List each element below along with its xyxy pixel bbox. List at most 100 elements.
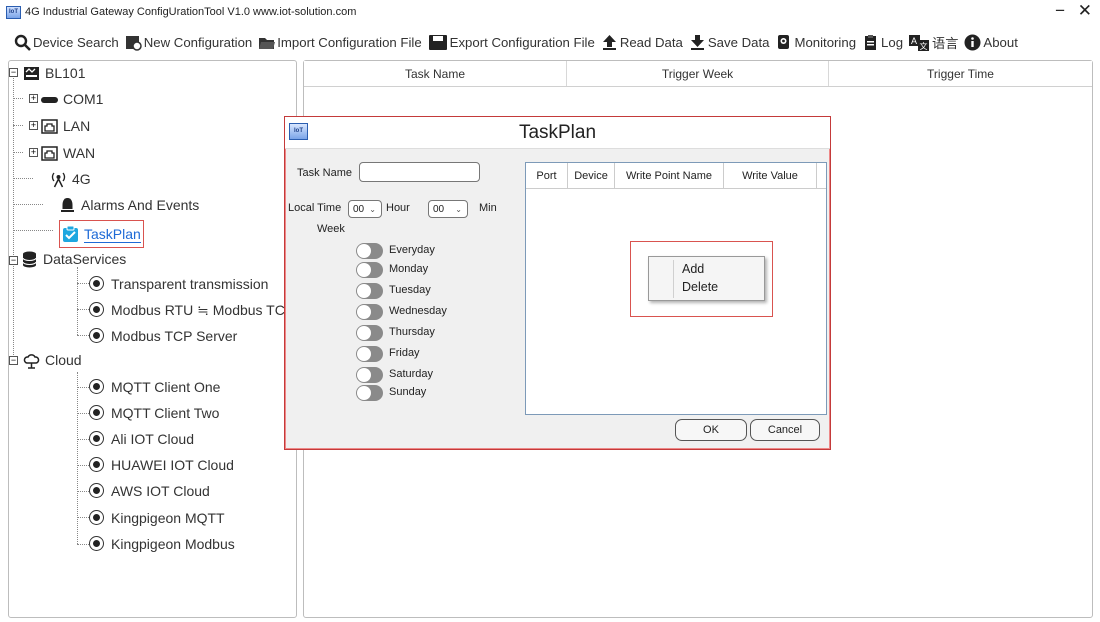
- network-port-icon: [41, 145, 58, 162]
- svg-text:文: 文: [920, 41, 928, 51]
- tree-label: Alarms And Events: [81, 197, 200, 213]
- tree-line: [13, 152, 23, 153]
- antenna-icon: [50, 171, 67, 188]
- toggle-sunday[interactable]: [356, 385, 383, 401]
- ok-button[interactable]: OK: [675, 419, 747, 441]
- export-configuration-button[interactable]: Export Configuration File: [428, 34, 595, 51]
- save-data-button[interactable]: Save Data: [689, 34, 769, 51]
- device-tree-panel: − BL101 + COM1 + LAN + WAN 4G Alarms And…: [8, 60, 297, 618]
- column-header-write-point-name[interactable]: Write Point Name: [615, 163, 724, 188]
- hour-select[interactable]: 00 ⌄: [348, 200, 382, 218]
- tree-node-lan[interactable]: LAN: [41, 115, 90, 137]
- log-button[interactable]: Log: [862, 34, 903, 51]
- tree-node-ali-iot[interactable]: Ali IOT Cloud: [89, 428, 194, 450]
- tree-node-modbus-rtu-tcp[interactable]: Modbus RTU ≒ Modbus TCP: [89, 299, 294, 321]
- tree-line: [13, 125, 23, 126]
- tree-node-kp-mqtt[interactable]: Kingpigeon MQTT: [89, 507, 225, 529]
- day-label-tuesday: Tuesday: [389, 284, 431, 296]
- column-header-trigger-time[interactable]: Trigger Time: [829, 61, 1092, 86]
- tree-line: [77, 491, 89, 492]
- local-time-label: Local Time: [288, 202, 342, 214]
- import-configuration-button[interactable]: Import Configuration File: [258, 34, 422, 51]
- collapse-toggle[interactable]: −: [9, 356, 18, 365]
- read-data-button[interactable]: Read Data: [601, 34, 683, 51]
- tree-node-transparent[interactable]: Transparent transmission: [89, 273, 268, 295]
- toggle-thursday[interactable]: [356, 325, 383, 341]
- column-header-write-value[interactable]: Write Value: [724, 163, 817, 188]
- new-configuration-button[interactable]: New Configuration: [125, 34, 253, 51]
- app-icon: IoT: [6, 5, 21, 19]
- clipboard-icon: [862, 34, 879, 51]
- tree-node-huawei-iot[interactable]: HUAWEI IOT Cloud: [89, 454, 234, 476]
- menu-item-delete[interactable]: Delete: [682, 280, 718, 294]
- tree-label: DataServices: [43, 251, 127, 267]
- tree-label: MQTT Client One: [111, 379, 221, 395]
- column-header-port[interactable]: Port: [526, 163, 568, 188]
- toggle-everyday[interactable]: [356, 243, 383, 259]
- service-icon: [89, 535, 106, 553]
- column-header-device[interactable]: Device: [568, 163, 615, 188]
- task-name-label: Task Name: [297, 167, 353, 179]
- tree-line: [77, 517, 89, 518]
- tree-node-cloud[interactable]: Cloud: [23, 349, 82, 371]
- toggle-friday[interactable]: [356, 346, 383, 362]
- cloud-icon: [23, 352, 40, 369]
- column-header-trigger-week[interactable]: Trigger Week: [567, 61, 829, 86]
- min-label: Min: [479, 202, 497, 214]
- serial-port-icon: [41, 91, 58, 108]
- column-header-task-name[interactable]: Task Name: [304, 61, 567, 86]
- tree-node-mqtt-two[interactable]: MQTT Client Two: [89, 402, 219, 424]
- menu-item-add[interactable]: Add: [682, 262, 704, 276]
- collapse-toggle[interactable]: −: [9, 68, 18, 77]
- tree-node-bl101[interactable]: BL101: [23, 62, 85, 84]
- table-header: Task Name Trigger Week Trigger Time: [304, 61, 1092, 87]
- tree-label: AWS IOT Cloud: [111, 483, 210, 499]
- tree-node-wan[interactable]: WAN: [41, 142, 95, 164]
- tree-node-4g[interactable]: 4G: [50, 168, 91, 190]
- dialog-title-bar: IoT TaskPlan: [285, 117, 830, 149]
- tree-node-modbus-tcp-server[interactable]: Modbus TCP Server: [89, 325, 237, 347]
- toolbar: Device Search New Configuration Import C…: [0, 28, 1100, 56]
- minute-select-value: 00: [433, 203, 445, 215]
- window-controls[interactable]: − ✕: [1055, 1, 1096, 21]
- tree-label: Ali IOT Cloud: [111, 431, 194, 447]
- menu-separator: [673, 260, 674, 298]
- toggle-tuesday[interactable]: [356, 283, 383, 299]
- device-search-button[interactable]: Device Search: [14, 34, 119, 51]
- tree-node-dataservices[interactable]: DataServices: [21, 248, 126, 270]
- tree-node-com1[interactable]: COM1: [41, 88, 103, 110]
- service-icon: [89, 509, 106, 527]
- toggle-wednesday[interactable]: [356, 304, 383, 320]
- expand-toggle[interactable]: +: [29, 121, 38, 130]
- expand-toggle[interactable]: +: [29, 94, 38, 103]
- tree-node-mqtt-one[interactable]: MQTT Client One: [89, 376, 220, 398]
- monitoring-button[interactable]: Monitoring: [775, 34, 856, 51]
- tree-node-aws-iot[interactable]: AWS IOT Cloud: [89, 480, 210, 502]
- window-title: 4G Industrial Gateway ConfigUrationTool …: [25, 6, 357, 18]
- tree-line: [77, 283, 89, 284]
- collapse-toggle[interactable]: −: [9, 256, 18, 265]
- day-label-sunday: Sunday: [389, 386, 427, 398]
- week-label: Week: [317, 223, 345, 235]
- tree-line: [77, 309, 89, 310]
- service-icon: [89, 275, 106, 293]
- day-label-everyday: Everyday: [389, 244, 435, 256]
- language-button[interactable]: A文 语言: [909, 33, 958, 52]
- task-name-input[interactable]: [359, 162, 480, 182]
- tree-line: [13, 71, 14, 361]
- about-button[interactable]: About: [964, 34, 1018, 51]
- minute-select[interactable]: 00 ⌄: [428, 200, 468, 218]
- toggle-saturday[interactable]: [356, 367, 383, 383]
- chevron-down-icon: ⌄: [455, 204, 462, 214]
- cancel-button[interactable]: Cancel: [750, 419, 820, 441]
- new-configuration-label: New Configuration: [143, 34, 253, 50]
- service-icon: [89, 404, 106, 422]
- tree-node-kp-modbus[interactable]: Kingpigeon Modbus: [89, 533, 235, 555]
- clipboard-check-icon: [62, 225, 79, 243]
- hour-label: Hour: [386, 202, 410, 214]
- expand-toggle[interactable]: +: [29, 148, 38, 157]
- day-label-wednesday: Wednesday: [389, 305, 447, 317]
- tree-node-taskplan[interactable]: TaskPlan: [59, 220, 144, 248]
- tree-node-alarms[interactable]: Alarms And Events: [59, 194, 199, 216]
- toggle-monday[interactable]: [356, 262, 383, 278]
